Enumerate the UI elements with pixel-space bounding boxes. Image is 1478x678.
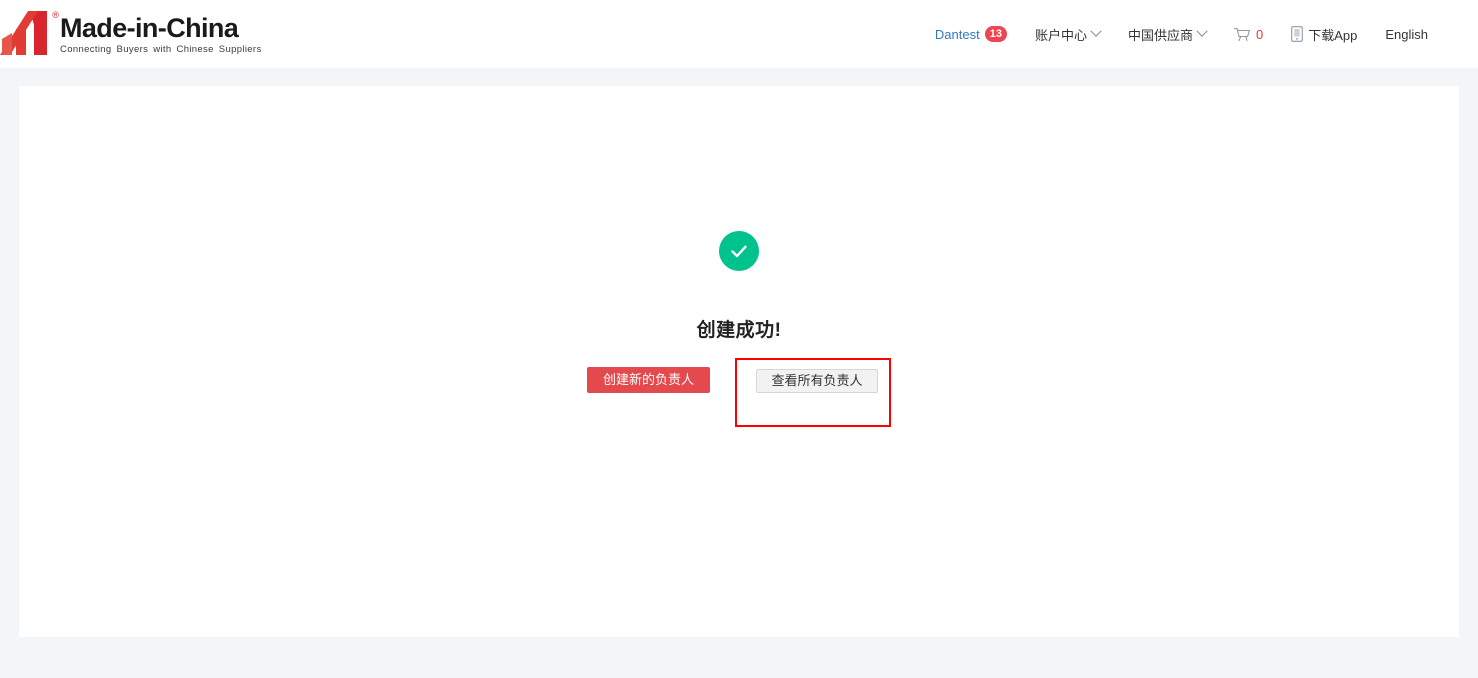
cart-item-count: 0 (1255, 26, 1264, 42)
nav-item-language[interactable]: English (1371, 19, 1442, 49)
content-card: 创建成功! 创建新的负责人 查看所有负责人 (19, 86, 1459, 637)
create-new-owner-button[interactable]: 创建新的负责人 (586, 367, 710, 393)
nav-item-cart[interactable]: 0 (1220, 19, 1277, 49)
check-circle-icon (719, 231, 759, 271)
nav-download-app-label: 下载App (1308, 27, 1358, 43)
site-header: ® Made-in-China Connecting Buyers with C… (0, 0, 1478, 68)
page-title: 创建成功! (696, 320, 782, 341)
logo-text-block: Made-in-China Connecting Buyers with Chi… (60, 14, 262, 55)
action-button-row: 创建新的负责人 查看所有负责人 (19, 358, 1459, 427)
annotation-highlight-box: 查看所有负责人 (735, 358, 891, 427)
nav-item-account-center[interactable]: 账户中心 (1021, 19, 1114, 49)
success-block: 创建成功! 创建新的负责人 查看所有负责人 (19, 231, 1459, 427)
registered-trademark-icon: ® (52, 10, 59, 20)
view-all-owners-button[interactable]: 查看所有负责人 (756, 369, 878, 393)
shopping-cart-icon (1233, 27, 1251, 42)
nav-account-center-label: 账户中心 (1034, 27, 1087, 43)
nav-user-message-badge: 13 (984, 26, 1007, 42)
site-logo[interactable]: ® Made-in-China Connecting Buyers with C… (0, 5, 262, 63)
top-navigation: Dantest 13 账户中心 中国供应商 0 下载App English (921, 0, 1478, 68)
logo-tagline: Connecting Buyers with Chinese Suppliers (60, 44, 262, 56)
page-body: 创建成功! 创建新的负责人 查看所有负责人 (0, 68, 1478, 678)
logo-title: Made-in-China (60, 13, 239, 43)
made-in-china-logo-icon: ® (0, 9, 59, 59)
nav-item-china-suppliers[interactable]: 中国供应商 (1114, 19, 1220, 49)
mobile-phone-icon (1291, 26, 1304, 42)
nav-item-download-app[interactable]: 下载App (1277, 19, 1371, 49)
chevron-down-icon (1196, 25, 1208, 37)
nav-item-user-account[interactable]: Dantest 13 (921, 19, 1021, 49)
nav-china-suppliers-label: 中国供应商 (1127, 27, 1193, 43)
nav-user-name: Dantest (934, 26, 980, 42)
nav-language-label: English (1385, 26, 1428, 42)
chevron-down-icon (1090, 25, 1102, 37)
